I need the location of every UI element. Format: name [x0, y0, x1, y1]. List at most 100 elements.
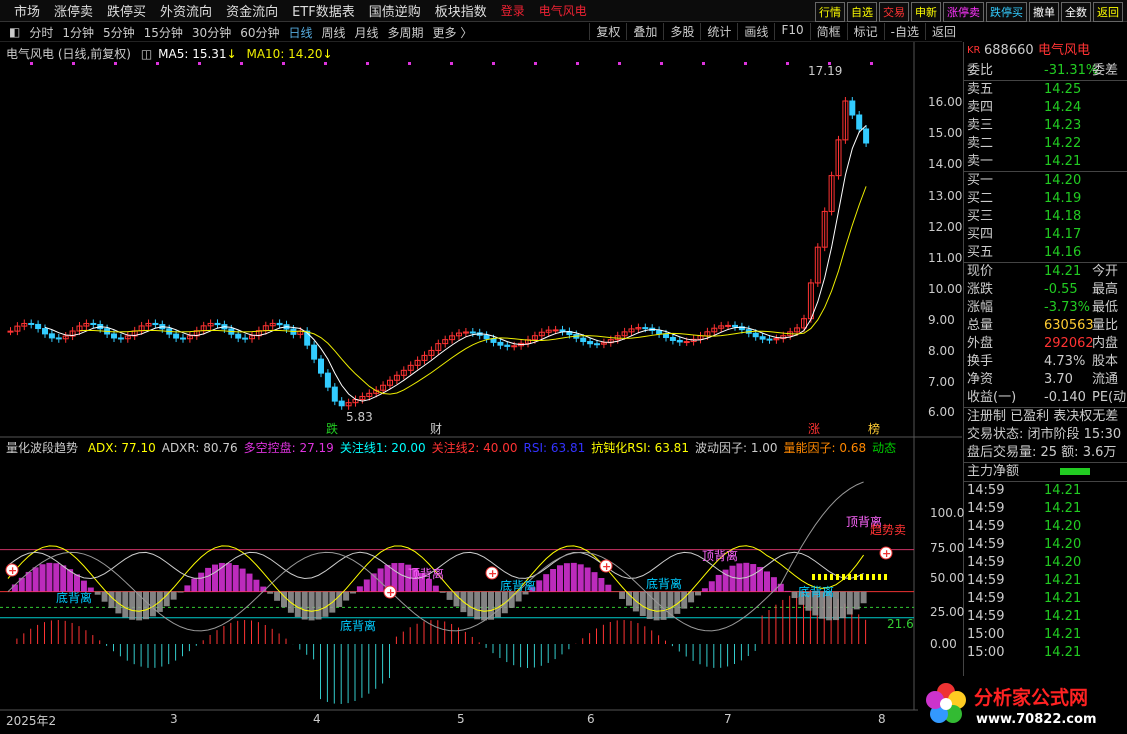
indicator-header: 量化波段趋势 ADX: 77.10 ADXR: 80.76 多空控盘: 27.19 关…: [6, 439, 914, 456]
buy-signal-icon: +: [879, 546, 893, 560]
candle: [663, 333, 669, 339]
bid-row-value: 14.16: [1044, 245, 1082, 260]
main-flow-row[interactable]: 主力净额: [964, 463, 1127, 481]
stat-row-value: 4.73%: [1044, 354, 1086, 369]
tick-row-value: 14.20: [1044, 537, 1082, 552]
tick-row-label: 14:59: [967, 483, 1005, 498]
bid-row-label: 买二: [967, 191, 994, 206]
svg-text:+: +: [602, 560, 611, 573]
candle: [42, 328, 48, 335]
candle: [683, 341, 690, 344]
candle: [331, 386, 338, 402]
date-label-6: 8: [878, 712, 886, 726]
price-axis-label: 10.00: [928, 282, 963, 296]
top-button-8[interactable]: 返回: [1093, 2, 1123, 22]
event-marker-zhang: 涨: [808, 421, 820, 436]
stat-row-label: 收益(一): [967, 390, 1017, 405]
divergence-label-1: 底背离: [340, 618, 376, 633]
tick-row: 14:59 14.20: [964, 518, 1127, 536]
candle: [173, 333, 180, 339]
ask-row-value: 14.25: [1044, 82, 1082, 97]
quote-header: KR 688660 电气风电: [964, 42, 1127, 62]
tick-row-label: 15:00: [967, 645, 1005, 660]
bid-row-label: 买五: [967, 245, 994, 260]
bid-row-label: 买一: [967, 173, 994, 188]
date-label-3: 5: [457, 712, 465, 726]
ask-row: 卖一 14.21: [964, 153, 1127, 171]
stat-row: 总量 630563 量比: [964, 317, 1127, 335]
tick-row-label: 14:59: [967, 591, 1005, 606]
bid-row: 买四 14.17: [964, 226, 1127, 244]
tick-row-value: 14.20: [1044, 519, 1082, 534]
stat-row-label: 涨跌: [967, 282, 994, 297]
indicator-last-value: 21.6: [887, 617, 914, 631]
candle: [725, 324, 732, 327]
tick-row: 14:59 14.21: [964, 500, 1127, 518]
divergence-label-2: 底背离: [500, 578, 536, 593]
stat-row-label: 外盘: [967, 336, 994, 351]
price-axis-label: 12.00: [928, 220, 963, 234]
stat-row-label: 换手: [967, 354, 994, 369]
candle: [490, 338, 497, 343]
stat-row-extra: 内盘: [1092, 336, 1119, 351]
indicator-axis-label: 50.00: [930, 571, 965, 585]
indicator-value-7: 波动因子: 1.00: [694, 441, 778, 455]
tick-row-label: 14:59: [967, 537, 1005, 552]
chart-canvas: 17.195.83跌财涨榜21.6底背离底背离底背离 底背离底背离顶背离顶背离顶背…: [0, 42, 962, 711]
stat-row-extra: 最高: [1092, 282, 1119, 297]
tick-row: 14:59 14.21: [964, 572, 1127, 590]
tick-row-label: 14:59: [967, 555, 1005, 570]
tick-row: 14:59 14.20: [964, 554, 1127, 572]
stat-row: 现价 14.21 今开: [964, 263, 1127, 281]
candle: [214, 322, 221, 326]
stat-row: 净资 3.70 流通: [964, 371, 1127, 389]
candle: [656, 329, 663, 335]
stat-row-extra: PE(动: [1092, 390, 1127, 405]
candle: [511, 345, 518, 348]
divergence-label-6: 顶背离: [702, 548, 738, 563]
stat-row: 涨幅 -3.73% 最低: [964, 299, 1127, 317]
candle: [117, 337, 124, 340]
bid-row-label: 买三: [967, 209, 994, 224]
top-button-5[interactable]: 跌停买: [986, 2, 1027, 22]
stat-row-value: 3.70: [1044, 372, 1073, 387]
stat-row-label: 涨幅: [967, 300, 994, 315]
price-axis-label: 11.00: [928, 251, 963, 265]
stock-name: 电气风电: [1038, 43, 1091, 58]
top-button-6[interactable]: 撤单: [1029, 2, 1059, 22]
indicator-value-0: ADX: 77.10: [87, 441, 156, 455]
candle: [759, 336, 766, 340]
bid-row-value: 14.20: [1044, 173, 1082, 188]
info-after_vol-text: 盘后交易量: 25 额: 3.6万: [967, 445, 1117, 460]
svg-text:+: +: [488, 567, 497, 580]
indicator-value-4: 关注线2: 40.00: [431, 441, 518, 455]
bid-row-label: 买四: [967, 227, 994, 242]
date-label-5: 7: [724, 712, 732, 726]
ask-row-value: 14.22: [1044, 136, 1082, 151]
webi-row-value: -31.31%: [1044, 63, 1099, 78]
app-window: { "menu":{"items":["市场","涨停卖","跌停买","外资流…: [0, 0, 1127, 734]
indicator-axis-label: 0.00: [930, 637, 957, 651]
top-button-7[interactable]: 全数: [1061, 2, 1091, 22]
candle: [732, 324, 738, 328]
ask-row-value: 14.23: [1044, 118, 1082, 133]
tick-row-value: 14.21: [1044, 609, 1082, 624]
quote-tag: KR: [967, 45, 981, 56]
tick-row-value: 14.21: [1044, 645, 1082, 660]
price-axis-label: 15.00: [928, 126, 963, 140]
price-axis-label: 16.00: [928, 95, 963, 109]
candle: [235, 333, 242, 339]
stock-code: 688660: [984, 43, 1034, 58]
candle: [318, 358, 324, 374]
ask-row-label: 卖二: [967, 136, 994, 151]
tick-row-value: 14.21: [1044, 483, 1082, 498]
candle: [497, 341, 504, 346]
divergence-label-0: 底背离: [56, 590, 92, 605]
candle: [90, 322, 97, 325]
ask-row-value: 14.24: [1044, 100, 1082, 115]
svg-text:+: +: [882, 547, 891, 560]
buy-signal-icon: +: [383, 585, 397, 599]
main-flow-label: 主力净额: [967, 464, 1020, 479]
indicator-value-9: 动态: [872, 441, 897, 455]
ask-row-label: 卖四: [967, 100, 994, 115]
